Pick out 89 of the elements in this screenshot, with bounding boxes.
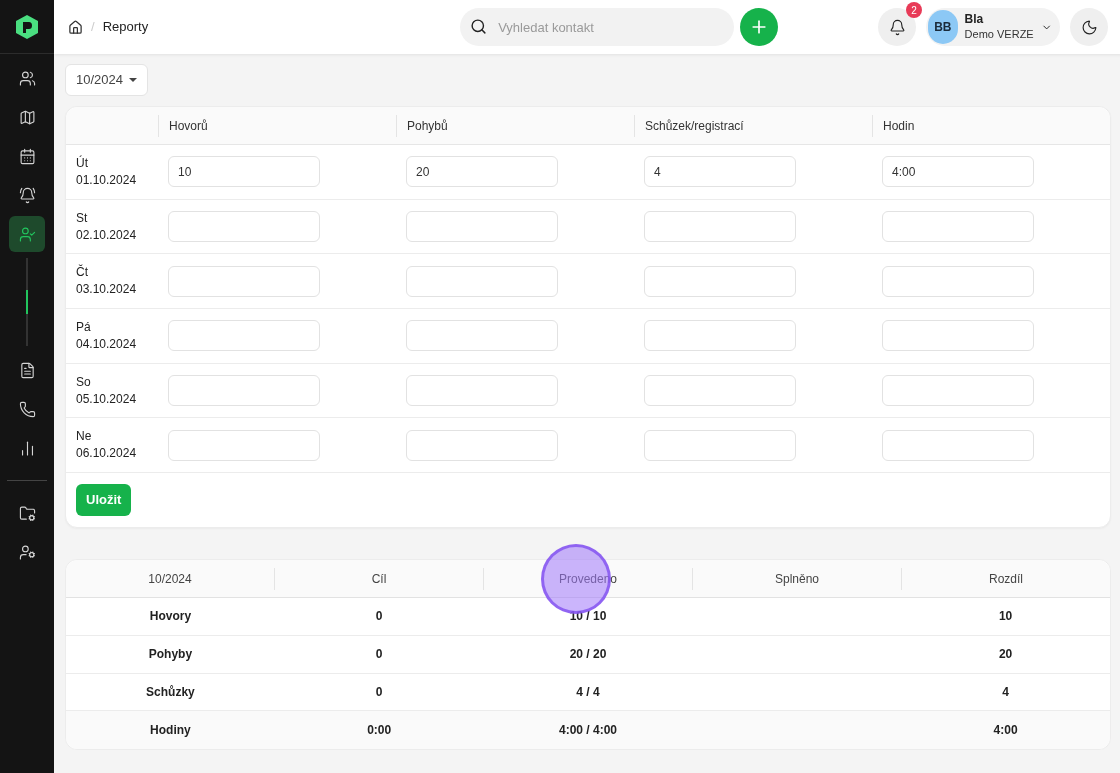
scroll-track-icon (26, 258, 28, 346)
input-field[interactable] (168, 211, 320, 243)
document-icon (18, 361, 36, 379)
table-cell-text: 20 (998, 646, 1013, 664)
column-header: Hodin (883, 117, 915, 135)
input-field[interactable] (882, 265, 1034, 297)
month-select[interactable]: 10/2024 (65, 64, 148, 96)
add-button[interactable] (740, 8, 779, 46)
date-label: 04.10.2024 (76, 335, 138, 353)
user-org: Demo VERZE (964, 27, 1034, 42)
user-menu[interactable]: BB Bla Demo VERZE (926, 8, 1060, 46)
day-name: Ne (76, 428, 93, 446)
column-header: Schůzek/registrací (645, 117, 744, 135)
table-cell-text: 4:00 (993, 722, 1018, 740)
input-field[interactable] (168, 429, 320, 461)
calendar-icon (18, 147, 36, 165)
input-field[interactable] (644, 429, 796, 461)
date-label: 06.10.2024 (76, 445, 138, 463)
input-field[interactable] (644, 265, 796, 297)
input-field[interactable] (406, 375, 558, 407)
day-name: Čt (76, 264, 89, 282)
breadcrumb-current: Reporty (102, 18, 149, 37)
theme-toggle[interactable] (1070, 8, 1108, 46)
input-field[interactable] (406, 211, 558, 243)
breadcrumb-separator: / (91, 18, 95, 37)
input-field[interactable]: 4 (644, 156, 796, 188)
column-header: Hovorů (169, 117, 208, 135)
column-header: 10/2024 (148, 570, 192, 588)
input-field[interactable]: 4:00 (882, 156, 1034, 188)
table-cell-text: 4 / 4 (576, 683, 600, 701)
input-field[interactable] (882, 429, 1034, 461)
user-name: Bla (964, 12, 984, 27)
user-avatar: BB (928, 10, 958, 44)
input-field[interactable] (406, 265, 558, 297)
input-field[interactable] (882, 320, 1034, 352)
table-cell-text: 20 / 20 (569, 646, 607, 664)
date-label: 03.10.2024 (76, 281, 138, 299)
sidebar-item[interactable] (9, 216, 45, 252)
input-field[interactable] (882, 375, 1034, 407)
users-icon (18, 69, 36, 87)
input-field[interactable] (168, 375, 320, 407)
day-name: Út (76, 154, 89, 172)
table-cell-text: Hodiny (150, 722, 191, 740)
column-header: Splněno (774, 570, 819, 588)
logo-icon (15, 13, 39, 40)
table-cell-text: 4 (1002, 683, 1009, 701)
caret-icon (129, 77, 137, 83)
moon-icon (1080, 18, 1098, 36)
input-field[interactable] (644, 211, 796, 243)
notifications-button[interactable] (878, 8, 916, 46)
bell-icon (888, 18, 906, 36)
day-name: Pá (76, 318, 92, 336)
phone-icon (18, 400, 36, 418)
day-name: So (76, 373, 92, 391)
folder-settings-icon (18, 504, 36, 522)
notification-badge: 2 (906, 2, 922, 18)
input-field[interactable] (882, 211, 1034, 243)
input-field[interactable] (644, 375, 796, 407)
column-header: Cíl (371, 570, 387, 588)
date-label: 05.10.2024 (76, 390, 138, 408)
table-cell-text: Schůzky (146, 683, 195, 701)
input-field[interactable] (168, 320, 320, 352)
date-label: 02.10.2024 (76, 226, 138, 244)
home-link[interactable] (68, 19, 83, 35)
input-field[interactable]: 10 (168, 156, 320, 188)
table-cell-text: 0 (375, 608, 383, 626)
table-cell-text: 0:00 (367, 722, 392, 740)
bell-icon (18, 186, 36, 204)
user-settings-icon (18, 543, 36, 561)
date-label: 01.10.2024 (76, 171, 138, 189)
table-cell-text: Hovory (149, 608, 192, 626)
map-icon (18, 108, 36, 126)
column-header: Rozdíl (989, 570, 1023, 588)
input-field[interactable] (406, 320, 558, 352)
table-cell-text: 0 (375, 646, 383, 664)
input-field[interactable] (168, 265, 320, 297)
table-cell-text: Pohyby (148, 646, 193, 664)
user-check-icon (18, 225, 36, 243)
table-cell-text: 0 (375, 683, 383, 701)
day-name: St (76, 209, 89, 227)
input-field[interactable] (406, 429, 558, 461)
table-cell-text: 10 / 10 (569, 608, 607, 626)
search-icon (470, 18, 488, 35)
search-field[interactable]: Vyhledat kontakt (460, 8, 735, 46)
input-field[interactable] (644, 320, 796, 352)
input-field[interactable]: 20 (406, 156, 558, 188)
column-header: Pohybů (407, 117, 448, 135)
table-cell-text: 10 (998, 608, 1013, 626)
table-cell-text: 4:00 / 4:00 (558, 722, 617, 740)
